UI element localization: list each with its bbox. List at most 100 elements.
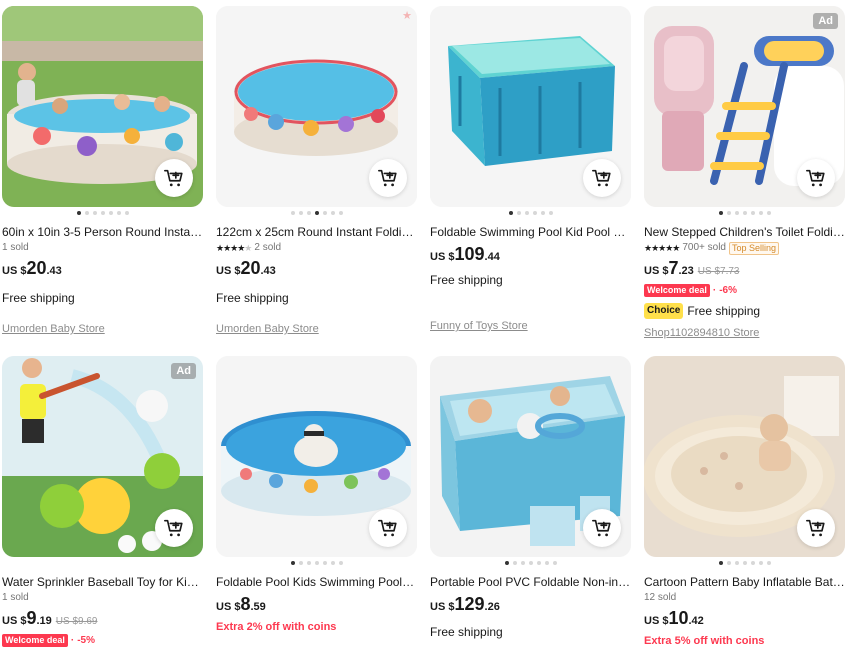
price-decimal: .23 (678, 265, 694, 277)
carousel-dot[interactable] (758, 211, 763, 215)
carousel-dot[interactable] (322, 561, 327, 565)
carousel-dot[interactable] (116, 211, 121, 215)
product-card[interactable]: Cartoon Pattern Baby Inflatable Bathtub … (644, 356, 845, 648)
product-image[interactable]: Ad (2, 356, 203, 557)
store-link[interactable]: Shop1102894810 Store (644, 327, 845, 340)
product-image[interactable] (430, 6, 631, 207)
product-title[interactable]: Cartoon Pattern Baby Inflatable Bathtub (644, 575, 845, 589)
add-to-cart-button[interactable] (369, 159, 407, 197)
store-link[interactable]: Umorden Baby Store (2, 323, 203, 336)
carousel-dot[interactable] (726, 561, 731, 565)
carousel-dot[interactable] (520, 561, 525, 565)
carousel-dot[interactable] (298, 211, 303, 215)
add-to-cart-button[interactable] (155, 159, 193, 197)
product-title[interactable]: Foldable Pool Kids Swimming Pool Portabl… (216, 575, 417, 589)
store-link[interactable]: Umorden Baby Store (216, 323, 417, 336)
carousel-dot[interactable] (536, 561, 541, 565)
product-card[interactable]: Foldable Swimming Pool Kid Pool Durable … (430, 6, 631, 351)
carousel-dot[interactable] (750, 561, 755, 565)
carousel-dot[interactable] (314, 211, 319, 215)
product-title[interactable]: 60in x 10in 3-5 Person Round Instant Fol… (2, 225, 203, 239)
product-card[interactable]: ★ 122cm x 25cm Round Instant Folding Poo… (216, 6, 417, 351)
product-title[interactable]: Portable Pool PVC Foldable Non-inflatabl… (430, 575, 631, 589)
carousel-dot[interactable] (290, 561, 295, 565)
carousel-dot[interactable] (76, 211, 81, 215)
store-link[interactable]: Funny of Toys Store (430, 320, 631, 333)
carousel-dot[interactable] (330, 211, 335, 215)
image-carousel-dots[interactable] (430, 561, 631, 567)
product-title[interactable]: Water Sprinkler Baseball Toy for Kids Ou… (2, 575, 203, 589)
add-to-cart-button[interactable] (797, 159, 835, 197)
carousel-dot[interactable] (290, 211, 295, 215)
product-title[interactable]: Foldable Swimming Pool Kid Pool Durable (430, 225, 631, 239)
product-image[interactable] (216, 356, 417, 557)
carousel-dot[interactable] (766, 211, 771, 215)
carousel-dot[interactable] (540, 211, 545, 215)
product-image[interactable] (644, 356, 845, 557)
product-title[interactable]: 122cm x 25cm Round Instant Folding Pool (216, 225, 417, 239)
carousel-dot[interactable] (742, 211, 747, 215)
carousel-dot[interactable] (524, 211, 529, 215)
carousel-dot[interactable] (750, 211, 755, 215)
carousel-dot[interactable] (726, 211, 731, 215)
carousel-dot[interactable] (504, 561, 509, 565)
carousel-dot[interactable] (338, 561, 343, 565)
product-image[interactable] (430, 356, 631, 557)
carousel-dot[interactable] (108, 211, 113, 215)
add-to-cart-button[interactable] (797, 509, 835, 547)
star-icon[interactable]: ★ (402, 9, 412, 22)
carousel-dot[interactable] (552, 561, 557, 565)
carousel-dot[interactable] (306, 561, 311, 565)
image-carousel-dots[interactable] (2, 211, 203, 217)
carousel-dot[interactable] (516, 211, 521, 215)
price-currency: US $ (644, 265, 669, 277)
price-currency: US $ (216, 601, 241, 613)
carousel-dot[interactable] (758, 561, 763, 565)
carousel-dot[interactable] (718, 211, 723, 215)
carousel-dot[interactable] (100, 211, 105, 215)
carousel-dot[interactable] (338, 211, 343, 215)
carousel-dot[interactable] (734, 561, 739, 565)
product-card[interactable]: Foldable Pool Kids Swimming Pool Portabl… (216, 356, 417, 648)
product-grid-row-2: Ad Water Sprinkler Baseball Toy for Kids… (2, 356, 845, 648)
add-to-cart-button[interactable] (583, 159, 621, 197)
product-title[interactable]: New Stepped Children's Toilet Folding Se… (644, 225, 845, 239)
add-to-cart-button[interactable] (155, 509, 193, 547)
image-carousel-dots[interactable] (216, 561, 417, 567)
image-carousel-dots[interactable] (2, 561, 203, 567)
carousel-dot[interactable] (734, 211, 739, 215)
carousel-dot[interactable] (548, 211, 553, 215)
carousel-dot[interactable] (508, 211, 513, 215)
carousel-dot[interactable] (742, 561, 747, 565)
add-to-cart-icon (164, 169, 183, 187)
image-carousel-dots[interactable] (216, 211, 417, 217)
image-carousel-dots[interactable] (430, 211, 631, 217)
price-decimal: .42 (688, 615, 704, 627)
image-carousel-dots[interactable] (644, 561, 845, 567)
add-to-cart-button[interactable] (583, 509, 621, 547)
product-card[interactable]: Portable Pool PVC Foldable Non-inflatabl… (430, 356, 631, 648)
carousel-dot[interactable] (314, 561, 319, 565)
carousel-dot[interactable] (330, 561, 335, 565)
carousel-dot[interactable] (544, 561, 549, 565)
carousel-dot[interactable] (298, 561, 303, 565)
carousel-dot[interactable] (528, 561, 533, 565)
carousel-dot[interactable] (92, 211, 97, 215)
add-to-cart-icon (592, 519, 611, 537)
carousel-dot[interactable] (718, 561, 723, 565)
image-carousel-dots[interactable] (644, 211, 845, 217)
carousel-dot[interactable] (84, 211, 89, 215)
product-image[interactable] (2, 6, 203, 207)
carousel-dot[interactable] (532, 211, 537, 215)
product-card[interactable]: 60in x 10in 3-5 Person Round Instant Fol… (2, 6, 203, 351)
carousel-dot[interactable] (322, 211, 327, 215)
add-to-cart-button[interactable] (369, 509, 407, 547)
carousel-dot[interactable] (512, 561, 517, 565)
product-card[interactable]: Ad Water Sprinkler Baseball Toy for Kids… (2, 356, 203, 648)
carousel-dot[interactable] (306, 211, 311, 215)
product-image[interactable]: Ad (644, 6, 845, 207)
product-card[interactable]: Ad New Stepped Children's Toilet Folding… (644, 6, 845, 351)
product-image[interactable]: ★ (216, 6, 417, 207)
carousel-dot[interactable] (766, 561, 771, 565)
carousel-dot[interactable] (124, 211, 129, 215)
